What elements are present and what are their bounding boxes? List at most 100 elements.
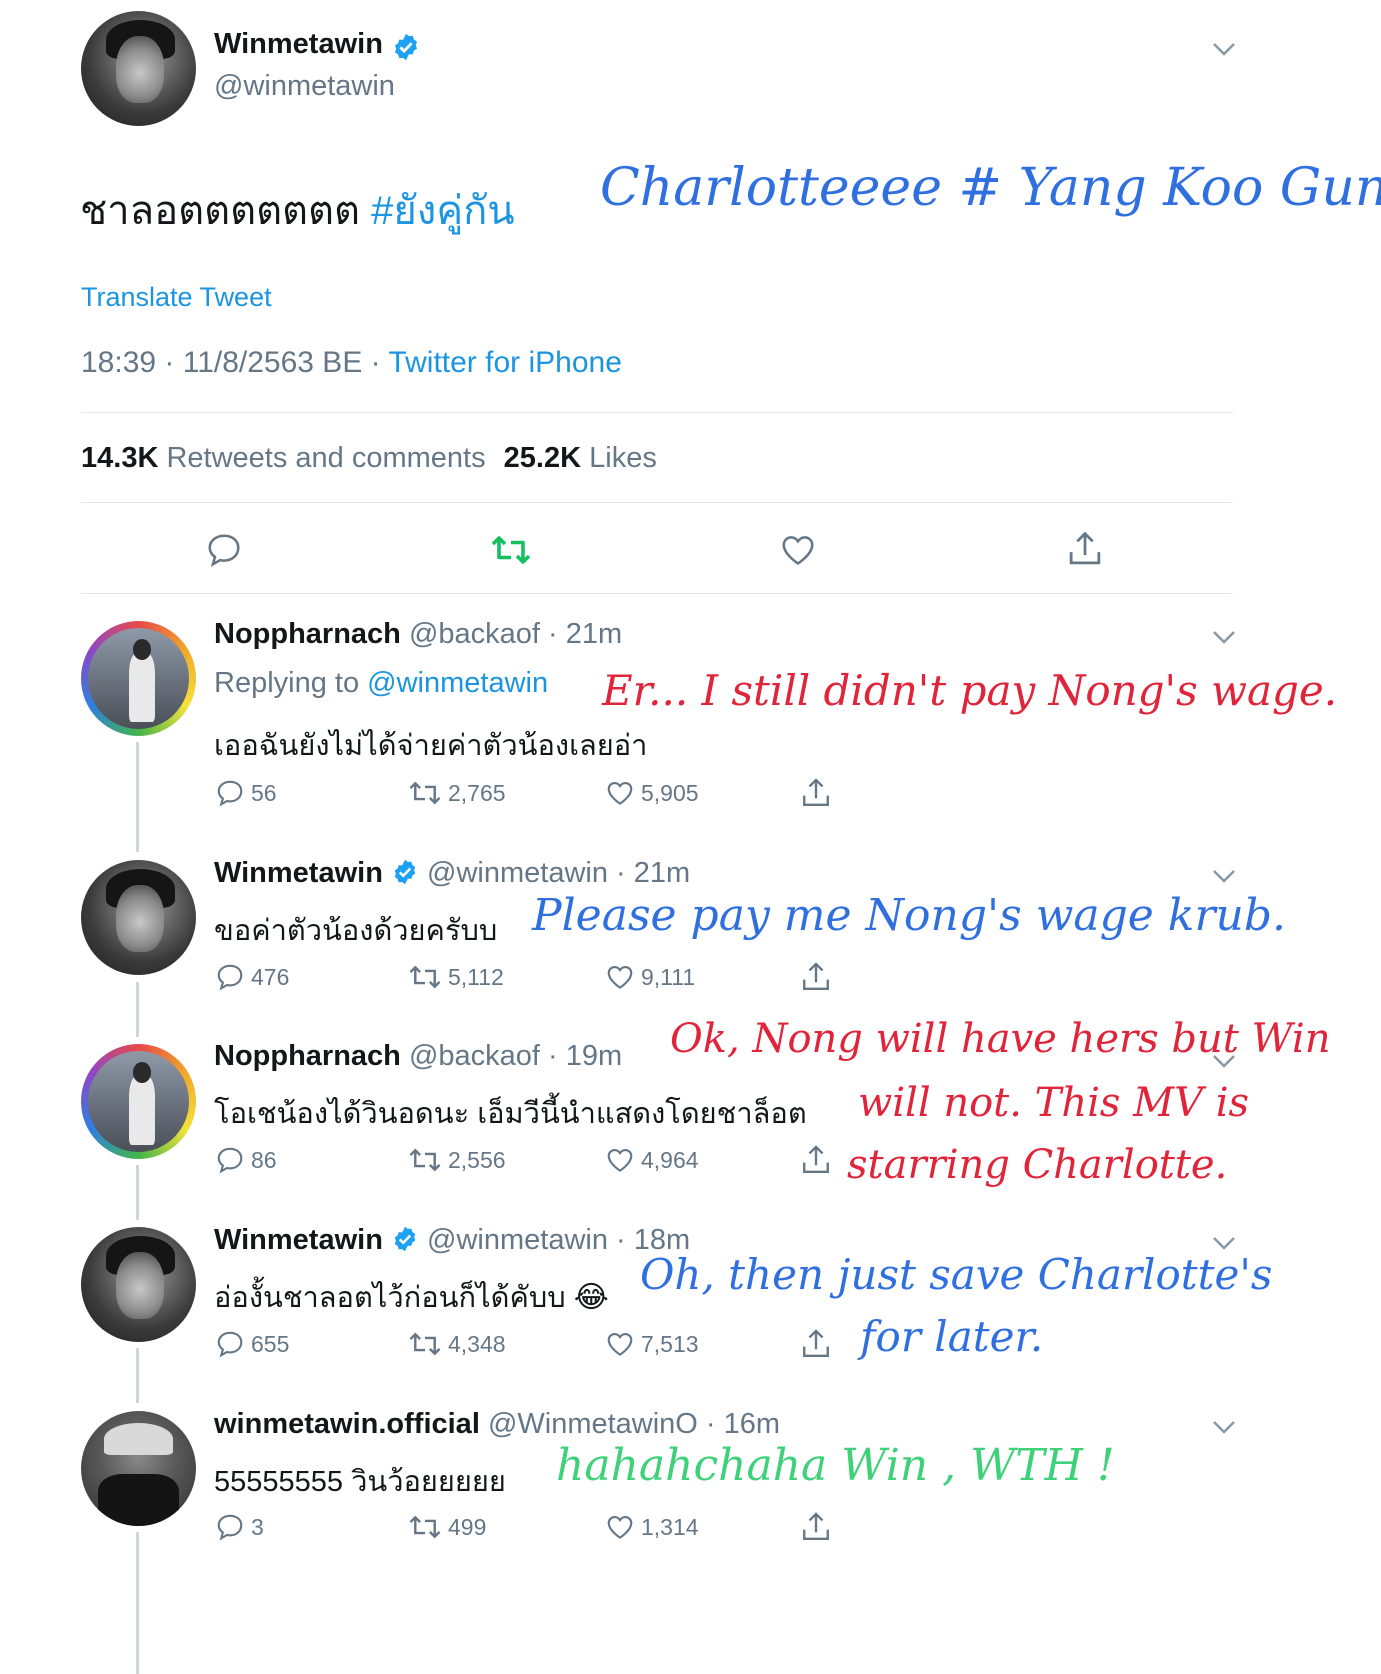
engagement-stats: 14.3K Retweets and comments 25.2K Likes xyxy=(81,442,657,475)
author-name[interactable]: Winmetawin xyxy=(214,28,383,60)
reply-count[interactable]: 655 xyxy=(215,1329,289,1359)
chevron-down-icon[interactable] xyxy=(1211,867,1237,885)
reply-icon[interactable] xyxy=(205,531,243,569)
like-count-value: 5,905 xyxy=(641,779,699,806)
reply-count-value: 655 xyxy=(251,1330,290,1357)
retweet-icon[interactable] xyxy=(408,1329,442,1359)
retweets-label[interactable]: Retweets and comments xyxy=(166,442,485,474)
like-icon[interactable] xyxy=(605,962,635,992)
retweet-count-value: 4,348 xyxy=(448,1330,506,1357)
author-name[interactable]: Winmetawin xyxy=(214,1224,383,1256)
thread-connector xyxy=(136,1532,139,1674)
verified-badge-icon xyxy=(394,860,416,885)
reply-count-value: 56 xyxy=(251,779,277,806)
chevron-down-icon[interactable] xyxy=(1211,40,1237,58)
share-icon[interactable] xyxy=(800,1327,832,1361)
reply-count[interactable]: 56 xyxy=(215,778,277,808)
reply-icon[interactable] xyxy=(215,778,245,808)
reply-count-value: 86 xyxy=(251,1146,277,1173)
reply-time: · 16m xyxy=(697,1408,781,1440)
author-handle[interactable]: @winmetawin xyxy=(427,1224,608,1256)
retweet-icon[interactable] xyxy=(408,778,442,808)
reply-header: Noppharnach @backaof · 21m xyxy=(214,618,622,651)
reply-text: ขอค่าตัวน้องด้วยครับบ xyxy=(214,915,498,947)
like-count[interactable]: 7,513 xyxy=(605,1329,699,1359)
avatar[interactable] xyxy=(81,1227,196,1342)
like-count[interactable]: 9,111 xyxy=(605,962,695,992)
reply-text: อ่องั้นชาลอตไว้ก่อนก็ได้คับบ 😂 xyxy=(214,1274,609,1320)
retweet-icon[interactable] xyxy=(408,1145,442,1175)
retweet-count[interactable]: 499 xyxy=(408,1512,486,1542)
reply-count[interactable]: 86 xyxy=(215,1145,277,1175)
annotation-translation: Er... I still didn't pay Nong's wage. xyxy=(602,666,1338,715)
share-icon[interactable] xyxy=(800,1143,832,1177)
like-icon[interactable] xyxy=(605,1329,635,1359)
author-handle[interactable]: @WinmetawinO xyxy=(488,1408,698,1440)
share-icon[interactable] xyxy=(1066,529,1104,569)
reply-header: Winmetawin @winmetawin · 21m xyxy=(214,857,690,890)
author-name[interactable]: Winmetawin xyxy=(214,857,383,889)
reply-header: winmetawin.official @WinmetawinO · 16m xyxy=(214,1408,780,1441)
retweet-icon[interactable] xyxy=(408,962,442,992)
retweet-count[interactable]: 5,112 xyxy=(408,962,504,992)
tweet-source-link[interactable]: Twitter for iPhone xyxy=(388,346,621,379)
retweet-count-value: 5,112 xyxy=(448,963,504,990)
avatar[interactable] xyxy=(81,1411,196,1526)
author-name[interactable]: winmetawin.official xyxy=(214,1408,480,1440)
like-icon[interactable] xyxy=(605,1512,635,1542)
divider xyxy=(81,593,1233,594)
reply-icon[interactable] xyxy=(215,962,245,992)
verified-badge-icon xyxy=(395,33,418,60)
author-handle[interactable]: @winmetawin xyxy=(427,857,608,889)
retweet-count[interactable]: 2,556 xyxy=(408,1145,506,1175)
author-name[interactable]: Noppharnach xyxy=(214,1040,401,1072)
mention-link[interactable]: @winmetawin xyxy=(367,667,548,699)
share-icon[interactable] xyxy=(800,1510,832,1544)
hashtag-link[interactable]: #ยังคู่กัน xyxy=(371,189,515,233)
author-name[interactable]: Noppharnach xyxy=(214,618,401,650)
like-icon[interactable] xyxy=(778,531,818,569)
author-handle[interactable]: @winmetawin xyxy=(214,70,395,103)
annotation-translation: will not. This MV is xyxy=(858,1080,1250,1126)
chevron-down-icon[interactable] xyxy=(1211,628,1237,646)
retweet-count[interactable]: 4,348 xyxy=(408,1329,506,1359)
chevron-down-icon[interactable] xyxy=(1211,1418,1237,1436)
annotation-translation: Please pay me Nong's wage krub. xyxy=(532,890,1286,941)
avatar[interactable] xyxy=(81,860,196,975)
share-icon[interactable] xyxy=(800,776,832,810)
reply-count[interactable]: 3 xyxy=(215,1512,264,1542)
likes-label[interactable]: Likes xyxy=(589,442,657,474)
like-count-value: 9,111 xyxy=(641,963,696,990)
share-icon[interactable] xyxy=(800,960,832,994)
avatar[interactable] xyxy=(81,1044,196,1159)
thread-connector xyxy=(136,1348,139,1403)
reply-icon[interactable] xyxy=(215,1512,245,1542)
like-icon[interactable] xyxy=(605,1145,635,1175)
thread-connector xyxy=(136,982,139,1037)
reply-icon[interactable] xyxy=(215,1145,245,1175)
author-handle[interactable]: @backaof xyxy=(409,1040,540,1072)
retweet-count[interactable]: 2,765 xyxy=(408,778,506,808)
reply-text: เออฉันยังไม่ได้จ่ายค่าตัวน้องเลยอ่า xyxy=(214,730,648,762)
retweets-count[interactable]: 14.3K xyxy=(81,442,158,474)
replying-to: Replying to @winmetawin xyxy=(214,667,548,700)
reply-icon[interactable] xyxy=(215,1329,245,1359)
replying-prefix: Replying to xyxy=(214,667,368,699)
like-count[interactable]: 5,905 xyxy=(605,778,699,808)
tweet-meta: 18:39 · 11/8/2563 BE · Twitter for iPhon… xyxy=(81,346,622,380)
retweet-icon[interactable] xyxy=(490,531,532,569)
like-count[interactable]: 4,964 xyxy=(605,1145,699,1175)
translate-tweet-link[interactable]: Translate Tweet xyxy=(81,282,272,313)
tweet-text: ชาลอตตตตตตต #ยังคู่กัน xyxy=(80,178,515,242)
reply-count[interactable]: 476 xyxy=(215,962,289,992)
retweet-icon[interactable] xyxy=(408,1512,442,1542)
reply-time: · 21m xyxy=(608,857,691,889)
like-count[interactable]: 1,314 xyxy=(605,1512,699,1542)
author-handle[interactable]: @backaof xyxy=(409,618,540,650)
like-icon[interactable] xyxy=(605,778,635,808)
annotation-translation: hahahchaha Win , WTH ! xyxy=(556,1440,1115,1491)
avatar[interactable] xyxy=(81,11,196,126)
avatar[interactable] xyxy=(81,621,196,736)
likes-count[interactable]: 25.2K xyxy=(504,442,581,474)
reply-text-body: อ่องั้นชาลอตไว้ก่อนก็ได้คับบ xyxy=(214,1282,566,1314)
